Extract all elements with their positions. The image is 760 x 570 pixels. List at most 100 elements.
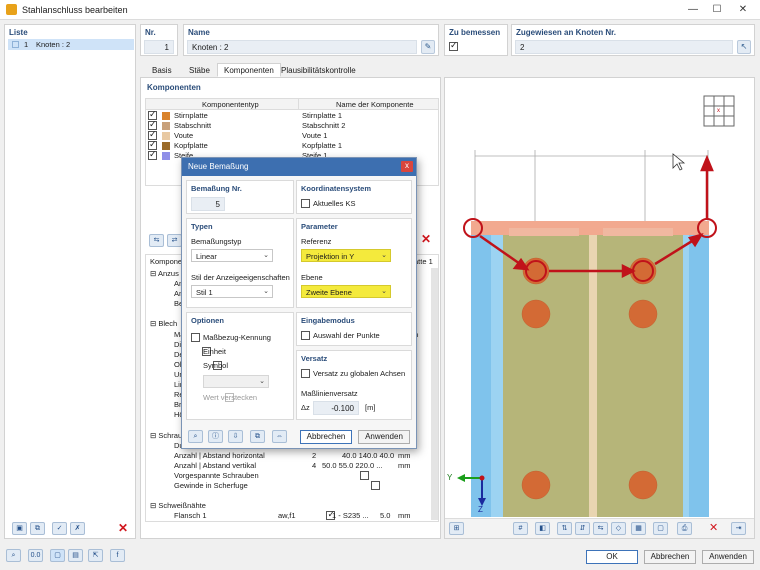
view-settings-icon[interactable]: ⊞ (449, 522, 464, 535)
liste-item[interactable]: 1 Knoten : 2 (8, 39, 134, 50)
name-field[interactable]: Knoten : 2 (187, 40, 417, 54)
export-icon[interactable]: ⇥ (731, 522, 746, 535)
liste-item-name: Knoten : 2 (36, 40, 71, 49)
prop-unit: mm (398, 461, 411, 470)
prop-value[interactable]: 5.0 (380, 511, 390, 520)
ebene-select[interactable]: Zweite Ebene ⌄ (301, 285, 391, 298)
schrau-label: Schrau (158, 431, 183, 440)
neue-bemassung-dialog: Neue Bemaßung x Bemaßung Nr. 5 Koordinat… (181, 157, 417, 449)
abbrechen-button[interactable]: Abbrechen (644, 550, 696, 564)
bemassungstyp-label: Bemaßungstyp (191, 237, 242, 246)
uncheck-all-icon[interactable]: ✗ (70, 522, 85, 535)
scrollbar[interactable] (431, 268, 438, 520)
check-all-icon[interactable]: ✓ (52, 522, 67, 535)
versatz-field[interactable]: -0.100 (313, 401, 359, 415)
zugewiesen-field[interactable]: 2 (515, 40, 733, 54)
prop-material[interactable]: 1 - S235 ... (332, 511, 369, 520)
search-icon[interactable]: ⌕ (188, 430, 203, 443)
aktuelles-ks-checkbox[interactable] (301, 199, 310, 209)
copy-item-icon[interactable]: ⧉ (30, 522, 45, 535)
table-row[interactable]: Kopfplatte Kopfplatte 1 (146, 139, 438, 151)
tab-komponenten[interactable]: Komponenten (217, 63, 281, 77)
prop-value[interactable]: 40.0 140.0 40.0 (342, 451, 394, 460)
align-icon[interactable]: ⇔ (272, 430, 287, 443)
ok-button[interactable]: OK (586, 550, 638, 564)
formula-icon[interactable]: f (110, 549, 125, 562)
info-icon[interactable]: ⓘ (208, 430, 223, 443)
dialog-close-button[interactable]: x (401, 161, 413, 172)
tab-staebe[interactable]: Stäbe (182, 63, 217, 77)
bemassungstyp-select[interactable]: Linear ⌄ (191, 249, 273, 262)
dimension-icon[interactable]: ⇱ (88, 549, 103, 562)
gewinde-checkbox[interactable] (371, 481, 381, 491)
eingabemodus-label: Eingabemodus (301, 316, 355, 325)
render-icon[interactable]: ▦ (631, 522, 646, 535)
wireframe-icon[interactable]: ▢ (653, 522, 668, 535)
symbol-select[interactable]: ⌄ (203, 375, 269, 388)
anwenden-button[interactable]: Anwenden (702, 550, 754, 564)
stil-select[interactable]: Stil 1 ⌄ (191, 285, 273, 298)
color-swatch (162, 112, 170, 120)
viewport[interactable]: x Y Z ⊞ # ◧ ⇅ ⇵ ⇆ ◇ ▦ ▢ ⎙ ✕ ⇥ (444, 77, 755, 539)
view-z-icon[interactable]: ⇆ (593, 522, 608, 535)
zu-bemessen-checkbox[interactable] (449, 40, 458, 52)
close-button[interactable]: ✕ (732, 2, 754, 18)
units-icon[interactable]: 0.0 (28, 549, 43, 562)
table-row[interactable]: Voute Voute 1 (146, 129, 438, 141)
viewport-graphic (457, 95, 735, 517)
view-icon[interactable]: ▢ (50, 549, 65, 562)
dialog-abbrechen-button[interactable]: Abbrechen (300, 430, 352, 444)
add-component-icon[interactable]: ⇆ (149, 234, 164, 247)
view-y-icon[interactable]: ⇵ (575, 522, 590, 535)
tab-plausibilitaet[interactable]: Plausibilitätskontrolle (274, 63, 363, 77)
search-icon[interactable]: ⌕ (6, 549, 21, 562)
view-x-icon[interactable]: ⇅ (557, 522, 572, 535)
print-icon[interactable]: ⎙ (677, 522, 692, 535)
insert-component-icon[interactable]: ⇄ (167, 234, 182, 247)
dialog-anwenden-button[interactable]: Anwenden (358, 430, 410, 444)
vorgespannt-checkbox[interactable] (360, 471, 369, 481)
chevron-down-icon: ⌄ (263, 288, 269, 295)
new-item-icon[interactable]: ▣ (12, 522, 27, 535)
table-row[interactable]: Stabschnitt Stabschnitt 2 (146, 119, 438, 131)
axis-y-label: Y (447, 473, 453, 482)
delete-icon[interactable]: ✕ (118, 521, 128, 535)
prop-count[interactable]: 2 (312, 451, 316, 460)
bemassung-nr-field[interactable]: 5 (191, 197, 225, 211)
liste-toolbar: ▣ ⧉ ✓ ✗ ✕ (8, 521, 134, 537)
komponenten-label: Komponenten (147, 83, 201, 92)
row-checkbox[interactable] (148, 149, 157, 161)
display-icon[interactable]: ◧ (535, 522, 550, 535)
koordinatensystem-group: Koordinatensystem Aktuelles KS (296, 180, 412, 214)
iso-view-icon[interactable]: ◇ (611, 522, 626, 535)
load-icon[interactable]: ⇩ (228, 430, 243, 443)
prop-symbol: aw,f1 (278, 511, 296, 520)
tab-basis[interactable]: Basis (145, 63, 179, 77)
versatz-label: Versatz (301, 354, 328, 363)
versatz-global-checkbox[interactable] (301, 369, 310, 379)
prop-label: Anzahl | Abstand horizontal (174, 451, 265, 460)
referenz-select[interactable]: Projektion in Y ⌄ (301, 249, 391, 262)
col-name: Name der Komponente (336, 100, 414, 109)
delete-component-icon[interactable]: ✕ (421, 232, 431, 246)
prop-label: Anzahl | Abstand vertikal (174, 461, 256, 470)
chevron-down-icon: ⌄ (263, 252, 269, 259)
edit-name-icon[interactable]: ✎ (421, 40, 435, 54)
copy-icon[interactable]: ⧉ (250, 430, 265, 443)
prop-count[interactable]: 4 (312, 461, 316, 470)
massbezug-checkbox[interactable] (191, 333, 200, 343)
auswahl-punkte-checkbox[interactable] (301, 331, 310, 341)
reset-view-icon[interactable]: ✕ (709, 521, 718, 534)
nr-field[interactable]: 1 (144, 40, 174, 54)
pick-node-icon[interactable]: ↖ (737, 40, 751, 54)
numbering-icon[interactable]: # (513, 522, 528, 535)
minimize-button[interactable]: — (682, 2, 704, 18)
table-icon[interactable]: ▤ (68, 549, 83, 562)
bemassung-nr-label: Bemaßung Nr. (191, 184, 242, 193)
eingabemodus-group: Eingabemodus Auswahl der Punkte (296, 312, 412, 346)
row-name: Stabschnitt 2 (302, 121, 346, 130)
table-row[interactable]: Stirnplatte Stirnplatte 1 (146, 109, 438, 121)
axis-z-label: Z (478, 505, 483, 514)
maximize-button[interactable]: ☐ (706, 2, 728, 18)
prop-value[interactable]: 50.0 55.0 220.0 ... (322, 461, 382, 470)
